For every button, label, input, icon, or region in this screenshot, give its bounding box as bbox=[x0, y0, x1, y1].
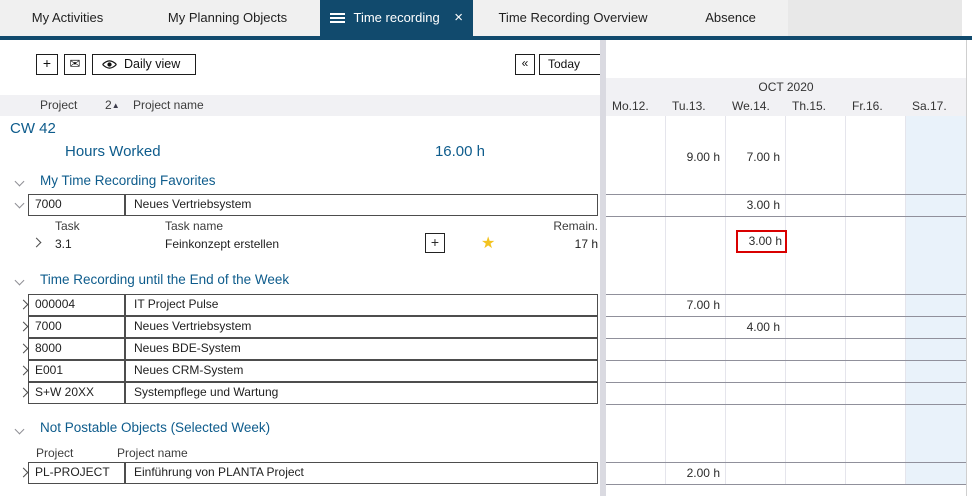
expand-chevron-icon[interactable] bbox=[19, 388, 29, 398]
saturday-column-highlight bbox=[906, 116, 966, 484]
selected-booking-cell[interactable]: 3.00 h bbox=[736, 230, 787, 253]
expand-chevron-icon[interactable] bbox=[19, 468, 29, 478]
task-hours-we: 3.00 h bbox=[738, 232, 785, 251]
day-header-sa[interactable]: Sa.17. bbox=[906, 97, 966, 116]
vertical-scrollbar[interactable] bbox=[966, 40, 972, 496]
project-id-cell[interactable]: S+W 20XX bbox=[28, 382, 125, 404]
tab-label: Time recording bbox=[345, 0, 448, 36]
grid-line bbox=[725, 116, 726, 484]
eye-icon bbox=[102, 59, 117, 70]
hours-worked-total: 16.00 h bbox=[365, 143, 485, 160]
project-name-column-header: Project name bbox=[117, 446, 188, 460]
expand-chevron-icon[interactable] bbox=[19, 366, 29, 376]
collapse-chevron-icon[interactable] bbox=[15, 276, 25, 286]
collapse-chevron-icon[interactable] bbox=[15, 425, 25, 435]
row-line bbox=[606, 462, 966, 463]
day-header-fr[interactable]: Fr.16. bbox=[846, 97, 906, 116]
row-line bbox=[606, 404, 966, 405]
day-header-we[interactable]: We.14. bbox=[726, 97, 786, 116]
collapse-chevron-icon[interactable] bbox=[15, 177, 25, 187]
previous-week-button[interactable]: « bbox=[515, 54, 535, 75]
expand-chevron-icon[interactable] bbox=[19, 300, 29, 310]
close-icon[interactable]: × bbox=[454, 0, 463, 36]
week-section-title[interactable]: Time Recording until the End of the Week bbox=[40, 272, 289, 287]
row-line bbox=[606, 216, 966, 217]
task-column-header: Task bbox=[55, 219, 80, 233]
project-id-cell[interactable]: 000004 bbox=[28, 294, 125, 316]
collapse-chevron-icon[interactable] bbox=[15, 199, 25, 209]
time-recording-window: My Activities My Planning Objects Time r… bbox=[0, 0, 972, 496]
expand-chevron-icon[interactable] bbox=[19, 322, 29, 332]
grid-line bbox=[845, 116, 846, 484]
project-hours-tu[interactable]: 2.00 h bbox=[666, 462, 723, 484]
project-header-band bbox=[0, 95, 600, 116]
project-name-column-header[interactable]: Project name bbox=[133, 98, 204, 112]
project-name-cell[interactable]: Neues Vertriebsystem bbox=[125, 316, 598, 338]
row-line bbox=[606, 316, 966, 317]
today-button[interactable]: Today bbox=[539, 54, 602, 75]
project-id-cell[interactable]: E001 bbox=[28, 360, 125, 382]
project-name-cell[interactable]: Systempflege und Wartung bbox=[125, 382, 598, 404]
sort-arrow-icon: ▲ bbox=[112, 101, 120, 110]
row-line bbox=[606, 194, 966, 195]
project-name-cell[interactable]: Neues Vertriebsystem bbox=[125, 194, 598, 216]
mail-button[interactable]: ✉ bbox=[64, 54, 86, 75]
project-column-header[interactable]: Project bbox=[40, 98, 77, 112]
favorite-star-icon[interactable]: ★ bbox=[481, 233, 495, 253]
row-line bbox=[606, 484, 966, 485]
project-id-cell[interactable]: 7000 bbox=[28, 194, 125, 216]
project-id-cell[interactable]: 8000 bbox=[28, 338, 125, 360]
grid-line bbox=[905, 116, 906, 484]
tab-time-recording-overview[interactable]: Time Recording Overview bbox=[473, 0, 673, 36]
day-header-mo[interactable]: Mo.12. bbox=[606, 97, 666, 116]
project-name-cell[interactable]: Neues BDE-System bbox=[125, 338, 598, 360]
hours-worked-label: Hours Worked bbox=[65, 143, 161, 160]
task-remaining: 17 h bbox=[540, 237, 598, 251]
project-name-cell[interactable]: IT Project Pulse bbox=[125, 294, 598, 316]
project-column-header: Project bbox=[36, 446, 73, 460]
not-postable-section-title[interactable]: Not Postable Objects (Selected Week) bbox=[40, 420, 270, 435]
day-header-tu[interactable]: Tu.13. bbox=[666, 97, 726, 116]
daily-view-label: Daily view bbox=[124, 56, 180, 73]
tab-absence[interactable]: Absence bbox=[673, 0, 788, 36]
tab-my-planning-objects[interactable]: My Planning Objects bbox=[135, 0, 320, 36]
row-line bbox=[606, 382, 966, 383]
tab-bar-corner bbox=[962, 0, 972, 36]
tab-time-recording[interactable]: Time recording × bbox=[320, 0, 473, 36]
grid-line bbox=[785, 116, 786, 484]
expand-chevron-icon[interactable] bbox=[32, 238, 42, 248]
active-tab-underline bbox=[0, 36, 972, 40]
row-line bbox=[606, 338, 966, 339]
calendar-week-label: CW 42 bbox=[10, 120, 56, 137]
project-name-cell[interactable]: Neues CRM-System bbox=[125, 360, 598, 382]
hours-worked-we: 7.00 h bbox=[726, 146, 783, 168]
tab-bar-right-area bbox=[788, 0, 962, 36]
sort-indicator[interactable]: 2▲ bbox=[105, 98, 120, 112]
task-name[interactable]: Feinkonzept erstellen bbox=[165, 237, 279, 251]
hours-worked-tu: 9.00 h bbox=[666, 146, 723, 168]
tab-my-activities[interactable]: My Activities bbox=[0, 0, 135, 36]
menu-icon[interactable] bbox=[330, 13, 345, 24]
day-header-th[interactable]: Th.15. bbox=[786, 97, 846, 116]
project-id-cell[interactable]: PL-PROJECT bbox=[28, 462, 125, 484]
task-name-column-header: Task name bbox=[165, 219, 223, 233]
project-name-cell[interactable]: Einführung von PLANTA Project bbox=[125, 462, 598, 484]
row-line bbox=[606, 294, 966, 295]
daily-view-button[interactable]: Daily view bbox=[92, 54, 196, 75]
task-id[interactable]: 3.1 bbox=[55, 237, 72, 251]
pane-splitter[interactable] bbox=[600, 40, 606, 496]
project-hours-we[interactable]: 3.00 h bbox=[726, 194, 783, 216]
project-id-cell[interactable]: 7000 bbox=[28, 316, 125, 338]
remaining-column-header: Remain. bbox=[520, 219, 598, 233]
favorites-section-title[interactable]: My Time Recording Favorites bbox=[40, 173, 216, 188]
month-label: OCT 2020 bbox=[606, 80, 966, 94]
add-booking-button[interactable]: + bbox=[425, 233, 445, 253]
row-line bbox=[606, 360, 966, 361]
project-hours-we[interactable]: 4.00 h bbox=[726, 316, 783, 338]
project-hours-tu[interactable]: 7.00 h bbox=[666, 294, 723, 316]
expand-chevron-icon[interactable] bbox=[19, 344, 29, 354]
add-button[interactable]: + bbox=[36, 54, 58, 75]
